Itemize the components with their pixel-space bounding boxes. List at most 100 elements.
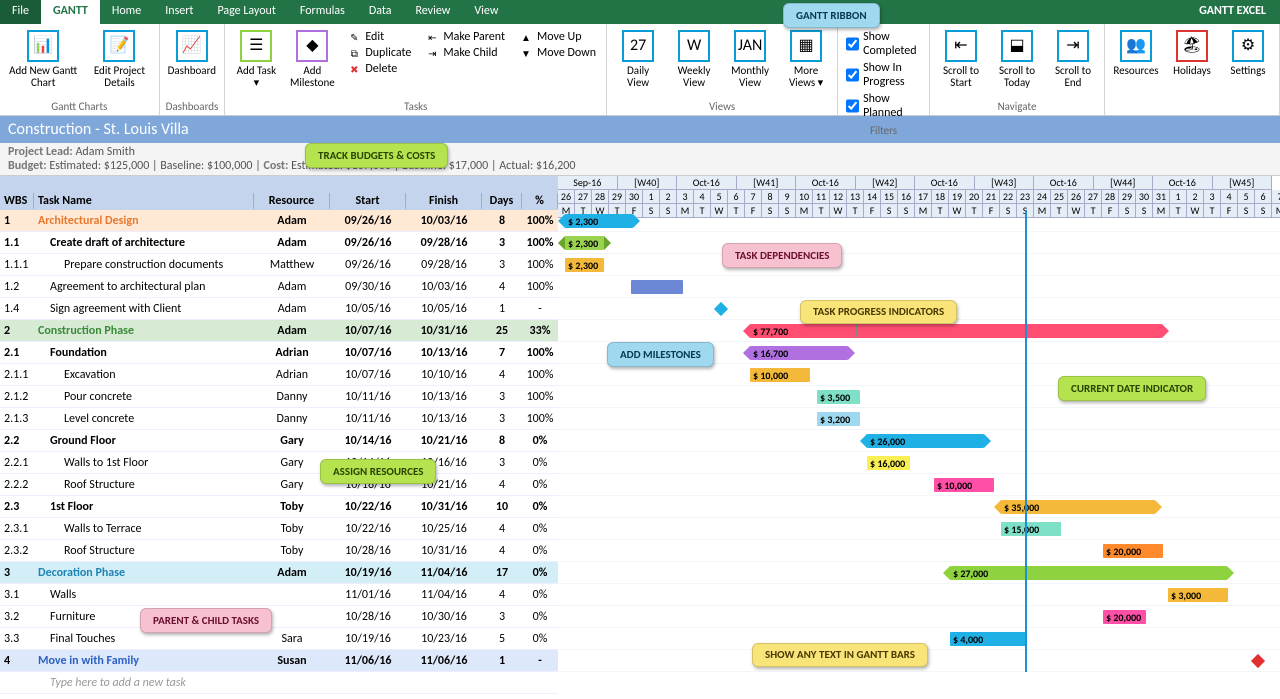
table-row[interactable]: 2.1.3 Level concrete Danny 10/11/16 10/1… <box>0 408 558 430</box>
cell-finish[interactable]: 10/13/16 <box>406 411 482 427</box>
col-days[interactable]: Days <box>482 193 522 209</box>
table-row[interactable]: 1.1 Create draft of architecture Adam 09… <box>0 232 558 254</box>
show-in-progress-checkbox[interactable]: Show In Progress <box>846 61 921 89</box>
col-finish[interactable]: Finish <box>406 193 482 209</box>
cell-resource[interactable]: Adam <box>254 565 330 581</box>
cell-resource[interactable]: Gary <box>254 455 330 471</box>
table-row[interactable]: 1.4 Sign agreement with Client Adam 10/0… <box>0 298 558 320</box>
cell-start[interactable]: 11/06/16 <box>330 653 406 669</box>
cell-finish[interactable]: 10/05/16 <box>406 301 482 317</box>
move-down-button[interactable]: ▼Move Down <box>519 46 596 60</box>
cell-finish[interactable]: 10/31/16 <box>406 499 482 515</box>
cell-resource[interactable]: Adam <box>254 323 330 339</box>
cell-start[interactable]: 10/07/16 <box>330 367 406 383</box>
table-row[interactable]: 2.1.2 Pour concrete Danny 10/11/16 10/13… <box>0 386 558 408</box>
col-pct[interactable]: % <box>522 193 558 209</box>
cell-task[interactable]: Foundation <box>34 345 254 361</box>
menu-page-layout[interactable]: Page Layout <box>205 0 287 24</box>
cell-start[interactable]: 10/19/16 <box>330 565 406 581</box>
table-row[interactable]: 3.1 Walls 11/01/16 11/04/16 4 0% <box>0 584 558 606</box>
delete-task-button[interactable]: ✖Delete <box>347 62 411 76</box>
cell-start[interactable]: 10/07/16 <box>330 323 406 339</box>
cell-finish[interactable]: 10/25/16 <box>406 521 482 537</box>
cell-resource[interactable] <box>254 594 330 596</box>
gantt-bar[interactable]: $ 3,500 <box>817 390 860 404</box>
cell-task[interactable]: Roof Structure <box>34 477 254 493</box>
gantt-bar[interactable]: $ 16,000 <box>867 456 910 470</box>
scroll-to-end-button[interactable]: ⇥Scroll to End <box>1048 28 1098 91</box>
add-milestone-button[interactable]: ◆Add Milestone <box>287 28 337 91</box>
gantt-bar[interactable]: $ 10,000 <box>934 478 994 492</box>
gantt-bar[interactable]: $ 27,000 <box>950 566 1227 580</box>
cell-task[interactable]: Sign agreement with Client <box>34 301 254 317</box>
add-task-button[interactable]: ☰Add Task ▾ <box>231 28 281 91</box>
table-row[interactable]: 2.3 1st Floor Toby 10/22/16 10/31/16 10 … <box>0 496 558 518</box>
table-row[interactable]: 2.1.1 Excavation Adrian 10/07/16 10/10/1… <box>0 364 558 386</box>
menu-formulas[interactable]: Formulas <box>288 0 357 24</box>
cell-task[interactable]: Walls to Terrace <box>34 521 254 537</box>
daily-view-button[interactable]: 27Daily View <box>613 28 663 91</box>
cell-task[interactable]: Ground Floor <box>34 433 254 449</box>
cell-task[interactable]: 1st Floor <box>34 499 254 515</box>
cell-task[interactable]: Walls <box>34 587 254 603</box>
gantt-bar[interactable] <box>631 280 683 294</box>
weekly-view-button[interactable]: WWeekly View <box>669 28 719 91</box>
table-row[interactable]: 2.3.1 Walls to Terrace Toby 10/22/16 10/… <box>0 518 558 540</box>
cell-start[interactable]: 09/26/16 <box>330 257 406 273</box>
new-task-placeholder[interactable]: Type here to add a new task <box>34 675 254 691</box>
cell-finish[interactable]: 11/04/16 <box>406 565 482 581</box>
cell-resource[interactable]: Adrian <box>254 367 330 383</box>
menu-gantt[interactable]: GANTT <box>41 0 100 24</box>
cell-start[interactable]: 10/07/16 <box>330 345 406 361</box>
table-row[interactable]: 2 Construction Phase Adam 10/07/16 10/31… <box>0 320 558 342</box>
cell-start[interactable]: 10/28/16 <box>330 543 406 559</box>
col-task[interactable]: Task Name <box>34 193 254 209</box>
table-row[interactable]: 2.3.2 Roof Structure Toby 10/28/16 10/31… <box>0 540 558 562</box>
cell-task[interactable]: Construction Phase <box>34 323 254 339</box>
cell-task[interactable]: Roof Structure <box>34 543 254 559</box>
menu-home[interactable]: Home <box>100 0 153 24</box>
col-wbs[interactable]: WBS <box>0 193 34 209</box>
cell-start[interactable]: 09/26/16 <box>330 213 406 229</box>
cell-resource[interactable]: Danny <box>254 389 330 405</box>
move-up-button[interactable]: ▲Move Up <box>519 30 596 44</box>
add-new-gantt-chart-button[interactable]: 📊Add New Gantt Chart <box>6 28 80 91</box>
cell-resource[interactable]: Danny <box>254 411 330 427</box>
cell-task[interactable]: Prepare construction documents <box>34 257 254 273</box>
gantt-bar[interactable]: $ 2,300 <box>565 236 604 250</box>
table-row[interactable]: 1.2 Agreement to architectural plan Adam… <box>0 276 558 298</box>
cell-resource[interactable]: Adam <box>254 235 330 251</box>
menu-file[interactable]: File <box>0 0 41 24</box>
col-start[interactable]: Start <box>330 193 406 209</box>
scroll-to-start-button[interactable]: ⇤Scroll to Start <box>936 28 986 91</box>
gantt-chart[interactable]: Sep-16[W40]Oct-16[W41]Oct-16[W42]Oct-16[… <box>558 176 1280 696</box>
scroll-to-today-button[interactable]: ⬓Scroll to Today <box>992 28 1042 91</box>
cell-start[interactable]: 11/01/16 <box>330 587 406 603</box>
cell-finish[interactable]: 10/21/16 <box>406 433 482 449</box>
cell-task[interactable]: Decoration Phase <box>34 565 254 581</box>
cell-start[interactable]: 09/26/16 <box>330 235 406 251</box>
cell-task[interactable]: Create draft of architecture <box>34 235 254 251</box>
gantt-bar[interactable]: $ 10,000 <box>750 368 810 382</box>
table-row[interactable]: 3.3 Final Touches Sara 10/19/16 10/23/16… <box>0 628 558 650</box>
make-child-button[interactable]: ⇥Make Child <box>425 46 505 60</box>
make-parent-button[interactable]: ⇤Make Parent <box>425 30 505 44</box>
cell-task[interactable]: Level concrete <box>34 411 254 427</box>
gantt-bar[interactable]: $ 2,300 <box>565 214 633 228</box>
cell-start[interactable]: 10/11/16 <box>330 389 406 405</box>
table-row[interactable]: 2.2.1 Walls to 1st Floor Gary 10/14/16 1… <box>0 452 558 474</box>
cell-start[interactable]: 10/22/16 <box>330 521 406 537</box>
cell-start[interactable]: 10/11/16 <box>330 411 406 427</box>
duplicate-task-button[interactable]: ⧉Duplicate <box>347 46 411 60</box>
cell-finish[interactable]: 09/28/16 <box>406 235 482 251</box>
cell-task[interactable]: Pour concrete <box>34 389 254 405</box>
gantt-bar[interactable]: $ 3,200 <box>817 412 860 426</box>
gantt-bar[interactable]: $ 15,000 <box>1001 522 1061 536</box>
gantt-bar[interactable]: $ 3,000 <box>1168 588 1228 602</box>
cell-resource[interactable]: Adam <box>254 301 330 317</box>
more-views-button[interactable]: ▦More Views ▾ <box>781 28 831 91</box>
cell-finish[interactable]: 11/06/16 <box>406 653 482 669</box>
menu-insert[interactable]: Insert <box>153 0 205 24</box>
settings-button[interactable]: ⚙Settings <box>1223 28 1273 79</box>
holidays-button[interactable]: 🏖Holidays <box>1167 28 1217 79</box>
